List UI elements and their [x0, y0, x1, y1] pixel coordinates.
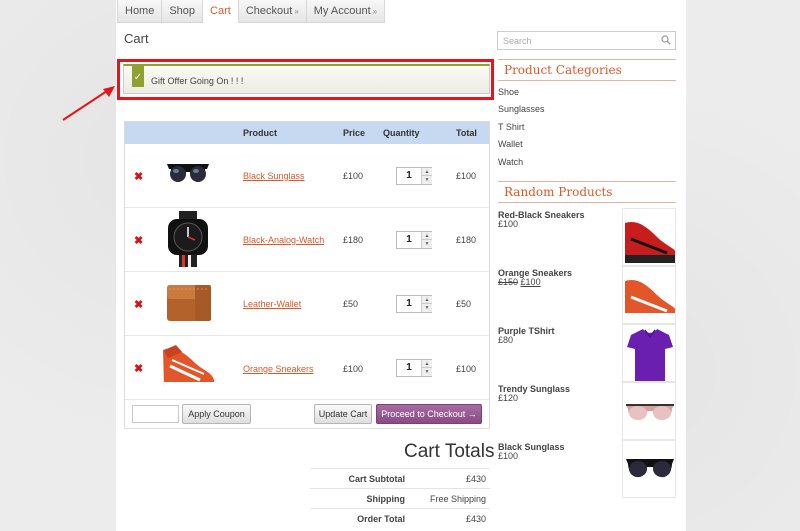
header-product: Product — [243, 128, 278, 138]
search-placeholder: Search — [503, 36, 532, 46]
wallet-image — [167, 285, 211, 321]
sunglass-image — [167, 164, 209, 182]
product-price: £100 — [343, 171, 364, 181]
annotation-arrow-icon — [62, 86, 115, 121]
trendy-sunglass-image[interactable] — [622, 382, 676, 440]
decrement-button[interactable]: ▼ — [421, 240, 432, 248]
quantity-stepper[interactable]: 1 ▲ ▼ — [396, 295, 432, 313]
product-total: £100 — [456, 364, 477, 374]
category-link[interactable]: Watch — [498, 157, 523, 167]
increment-button[interactable]: ▲ — [421, 360, 432, 368]
product-categories-title: Product Categories — [498, 59, 676, 81]
nav-shop-label: Shop — [169, 5, 196, 17]
main-nav: Home Shop Cart Checkout» My Account» — [117, 0, 386, 23]
nav-my-account[interactable]: My Account» — [306, 0, 386, 23]
purple-tshirt-image[interactable] — [622, 324, 676, 382]
decrement-button[interactable]: ▼ — [421, 304, 432, 312]
header-total: Total — [456, 128, 477, 138]
product-price: £50 — [343, 299, 359, 309]
category-link[interactable]: Wallet — [498, 139, 523, 149]
watch-image — [168, 211, 208, 267]
sneaker-image — [163, 345, 214, 390]
nav-home[interactable]: Home — [117, 0, 163, 23]
remove-item-button[interactable]: ✖ — [134, 298, 143, 311]
quantity-stepper[interactable]: 1 ▲ ▼ — [396, 359, 432, 377]
header-price: Price — [343, 128, 366, 138]
search-input[interactable]: Search — [497, 31, 676, 50]
search-icon[interactable] — [661, 35, 671, 45]
nav-shop[interactable]: Shop — [162, 0, 204, 23]
black-sunglass-image[interactable] — [622, 440, 676, 498]
submenu-arrow-icon: » — [372, 7, 378, 16]
product-total: £50 — [456, 299, 472, 309]
nav-checkout-label: Checkout — [245, 5, 293, 17]
remove-item-button[interactable]: ✖ — [134, 362, 143, 375]
random-product-price: £100 — [498, 451, 519, 461]
quantity-value[interactable]: 1 — [397, 296, 421, 312]
category-link[interactable]: Sunglasses — [498, 104, 545, 114]
subtotal-value: £430 — [465, 474, 486, 484]
order-total-label: Order Total — [357, 514, 405, 524]
submenu-arrow-icon: » — [294, 7, 299, 16]
random-product-price: £100 — [498, 219, 519, 229]
product-link[interactable]: Orange Sneakers — [243, 364, 314, 374]
product-price: £180 — [343, 235, 364, 245]
shipping-value: Free Shipping — [429, 494, 486, 504]
orange-sneakers-image[interactable] — [622, 266, 676, 324]
nav-cart-label: Cart — [210, 5, 231, 17]
remove-item-button[interactable]: ✖ — [134, 170, 143, 183]
page-title: Cart — [124, 31, 149, 46]
subtotal-label: Cart Subtotal — [348, 474, 405, 484]
nav-cart[interactable]: Cart — [203, 0, 239, 23]
old-price: £150 — [498, 277, 519, 287]
header-quantity: Quantity — [383, 128, 420, 138]
product-link[interactable]: Black Sunglass — [243, 171, 305, 181]
red-black-sneakers-image[interactable] — [622, 208, 676, 266]
increment-button[interactable]: ▲ — [421, 232, 432, 240]
quantity-value[interactable]: 1 — [397, 360, 421, 376]
remove-item-button[interactable]: ✖ — [134, 234, 143, 247]
nav-home-label: Home — [125, 5, 155, 17]
quantity-value[interactable]: 1 — [397, 168, 421, 184]
apply-coupon-button[interactable]: Apply Coupon — [182, 404, 251, 424]
random-product-price: £120 — [498, 393, 519, 403]
proceed-to-checkout-button[interactable]: Proceed to Checkout → — [376, 404, 482, 424]
quantity-stepper[interactable]: 1 ▲ ▼ — [396, 231, 432, 249]
coupon-input[interactable] — [132, 405, 179, 423]
quantity-stepper[interactable]: 1 ▲ ▼ — [396, 167, 432, 185]
nav-my-account-label: My Account — [313, 5, 371, 17]
decrement-button[interactable]: ▼ — [421, 176, 432, 184]
category-link[interactable]: Shoe — [498, 87, 519, 97]
shipping-label: Shipping — [366, 494, 406, 504]
product-total: £180 — [456, 235, 477, 245]
product-link[interactable]: Black-Analog-Watch — [243, 235, 324, 245]
sale-price: £100 — [520, 277, 541, 287]
product-link[interactable]: Leather-Wallet — [243, 299, 301, 309]
nav-checkout[interactable]: Checkout» — [238, 0, 307, 23]
annotation-highlight-box — [117, 59, 494, 100]
update-cart-button[interactable]: Update Cart — [314, 404, 372, 424]
quantity-value[interactable]: 1 — [397, 232, 421, 248]
cart-table-header — [125, 122, 489, 144]
random-product-price: £150 £100 — [498, 277, 541, 287]
increment-button[interactable]: ▲ — [421, 296, 432, 304]
decrement-button[interactable]: ▼ — [421, 368, 432, 376]
random-products-title: Random Products — [498, 181, 676, 203]
random-product-price: £80 — [498, 335, 514, 345]
cart-totals-title: Cart Totals — [404, 441, 495, 462]
increment-button[interactable]: ▲ — [421, 168, 432, 176]
product-price: £100 — [343, 364, 364, 374]
product-total: £100 — [456, 171, 477, 181]
category-link[interactable]: T Shirt — [498, 122, 524, 132]
order-total-value: £430 — [465, 514, 486, 524]
